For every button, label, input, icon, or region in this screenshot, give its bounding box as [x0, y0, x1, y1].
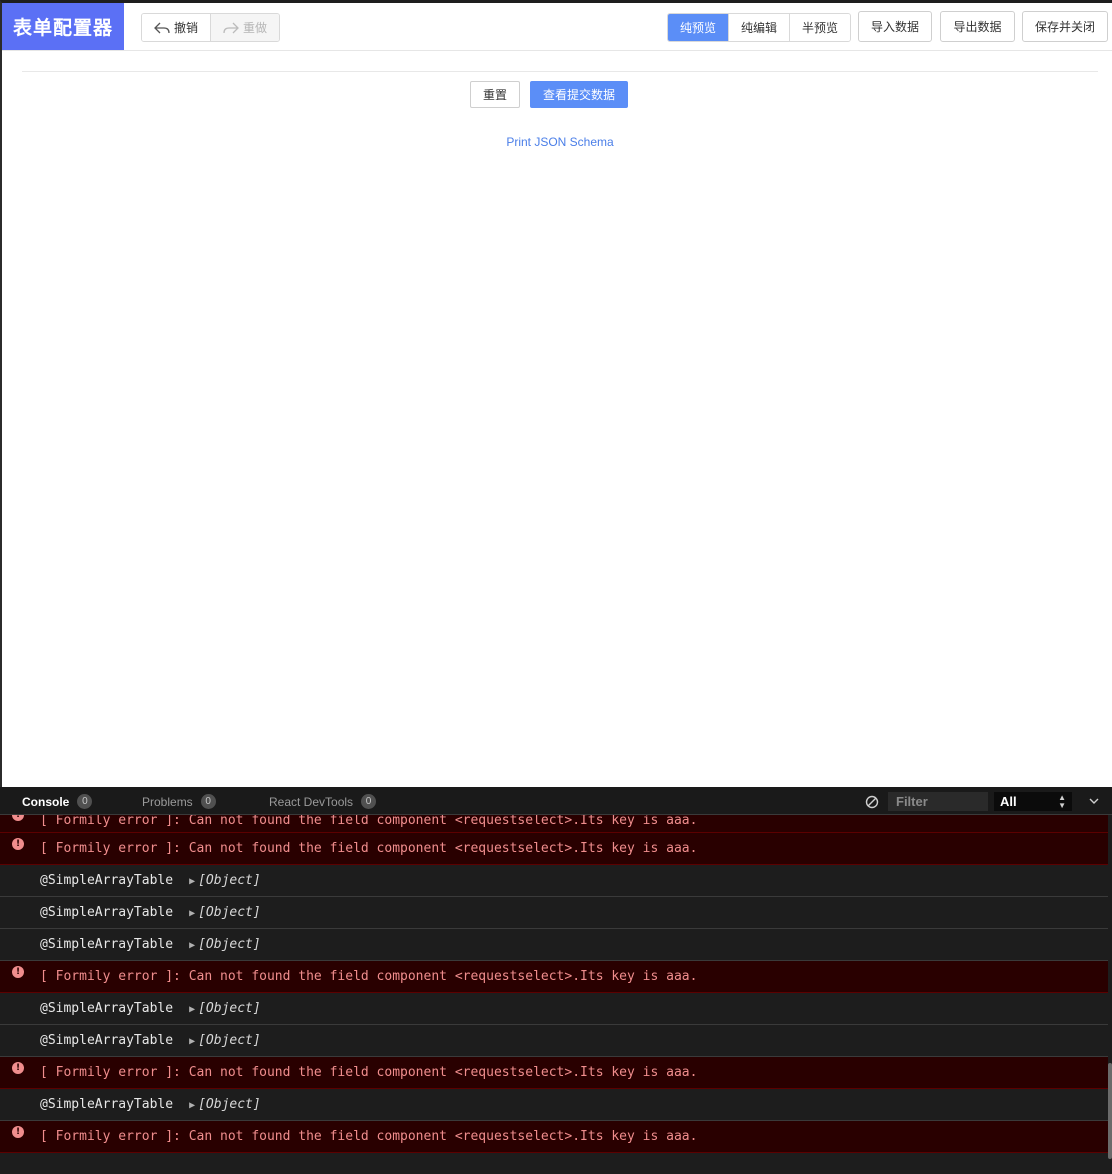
error-circle-icon: ! — [12, 966, 24, 978]
console-message: @SimpleArrayTable — [40, 1033, 174, 1048]
view-mode-preview[interactable]: 纯预览 — [668, 14, 730, 41]
redo-button[interactable]: 重做 — [211, 14, 280, 41]
console-message: @SimpleArrayTable — [40, 905, 174, 920]
console-message: @SimpleArrayTable — [40, 1097, 174, 1112]
console-message: [ Formily error ]: Can not found the fie… — [40, 1065, 698, 1080]
tab-react-devtools-count: 0 — [361, 794, 377, 809]
select-arrows-icon: ▲ ▼ — [1058, 792, 1066, 810]
tab-problems-count: 0 — [200, 794, 216, 809]
console-message: [ Formily error ]: Can not found the fie… — [40, 1129, 698, 1144]
console-message: [ Formily error ]: Can not found the fie… — [40, 815, 698, 828]
undo-label: 撤销 — [174, 21, 199, 35]
triangle-right-icon: ▶ — [189, 1100, 196, 1111]
view-submit-data-button[interactable]: 查看提交数据 — [530, 81, 628, 108]
tab-console-label: Console — [22, 794, 70, 809]
form-designer-app: 表单配置器 撤销 重做 纯预览 纯编辑 半预览 导入数据 导出数据 保存并关闭 … — [0, 0, 1112, 787]
error-circle-icon: ! — [12, 838, 24, 850]
view-mode-edit[interactable]: 纯编辑 — [729, 14, 791, 41]
console-message: @SimpleArrayTable — [40, 937, 174, 952]
object-expander[interactable]: ▶ [Object] — [189, 1033, 261, 1048]
redo-icon — [223, 22, 239, 33]
undo-button[interactable]: 撤销 — [142, 14, 212, 41]
console-message: [ Formily error ]: Can not found the fie… — [40, 841, 698, 856]
clear-console-icon[interactable] — [865, 795, 879, 809]
chevron-down-icon[interactable] — [1088, 796, 1100, 806]
object-expander[interactable]: ▶ [Object] — [189, 873, 261, 888]
devtools-tab-bar: Console 0 Problems 0 React DevTools 0 Al… — [0, 787, 1112, 815]
object-label: [Object] — [198, 1033, 261, 1048]
console-log-row: @SimpleArrayTable ▶ [Object] — [0, 1089, 1108, 1121]
console-error-row: ! [ Formily error ]: Can not found the f… — [0, 1057, 1108, 1089]
form-divider — [22, 71, 1098, 72]
redo-label: 重做 — [243, 21, 268, 35]
object-expander[interactable]: ▶ [Object] — [189, 1097, 261, 1112]
devtools-panel: Console 0 Problems 0 React DevTools 0 Al… — [0, 787, 1112, 1174]
object-label: [Object] — [198, 1097, 261, 1112]
reset-button[interactable]: 重置 — [470, 81, 520, 108]
error-circle-icon: ! — [12, 1062, 24, 1074]
triangle-right-icon: ▶ — [189, 1004, 196, 1015]
tab-console[interactable]: Console 0 — [22, 794, 93, 809]
console-message: [ Formily error ]: Can not found the fie… — [40, 969, 698, 984]
tab-react-devtools[interactable]: React DevTools 0 — [269, 794, 377, 809]
tab-console-count: 0 — [77, 794, 93, 809]
console-log-row: @SimpleArrayTable ▶ [Object] — [0, 897, 1108, 929]
tab-problems[interactable]: Problems 0 — [142, 794, 216, 809]
import-data-button[interactable]: 导入数据 — [858, 11, 932, 42]
console-scrollbar[interactable] — [1108, 1063, 1112, 1159]
save-and-close-button[interactable]: 保存并关闭 — [1022, 11, 1108, 42]
console-message: @SimpleArrayTable — [40, 873, 174, 888]
triangle-right-icon: ▶ — [189, 940, 196, 951]
triangle-right-icon: ▶ — [189, 1036, 196, 1047]
triangle-right-icon: ▶ — [189, 876, 196, 887]
object-label: [Object] — [198, 937, 261, 952]
console-error-row: ! [ Formily error ]: Can not found the f… — [0, 961, 1108, 993]
log-level-select[interactable]: All ▲ ▼ — [994, 792, 1072, 811]
object-expander[interactable]: ▶ [Object] — [189, 905, 261, 920]
console-log-row: @SimpleArrayTable ▶ [Object] — [0, 929, 1108, 961]
console-log-row: @SimpleArrayTable ▶ [Object] — [0, 1025, 1108, 1057]
history-button-group: 撤销 重做 — [141, 13, 281, 42]
object-label: [Object] — [198, 873, 261, 888]
object-label: [Object] — [198, 1001, 261, 1016]
log-level-value: All — [1000, 794, 1017, 809]
console-error-row: ! [ Formily error ]: Can not found the f… — [0, 815, 1108, 833]
toolbar: 表单配置器 撤销 重做 纯预览 纯编辑 半预览 导入数据 导出数据 保存并关闭 — [2, 3, 1112, 51]
triangle-right-icon: ▶ — [189, 908, 196, 919]
console-error-row: ! [ Formily error ]: Can not found the f… — [0, 1121, 1108, 1153]
tab-react-devtools-label: React DevTools — [269, 794, 354, 809]
object-label: [Object] — [198, 905, 261, 920]
error-circle-icon: ! — [12, 815, 24, 821]
console-filter-input[interactable] — [888, 792, 988, 811]
console-error-row: ! [ Formily error ]: Can not found the f… — [0, 833, 1108, 865]
error-circle-icon: ! — [12, 1126, 24, 1138]
object-expander[interactable]: ▶ [Object] — [189, 1001, 261, 1016]
print-json-schema-link[interactable]: Print JSON Schema — [460, 135, 660, 149]
console-log-row: @SimpleArrayTable ▶ [Object] — [0, 865, 1108, 897]
export-data-button[interactable]: 导出数据 — [940, 11, 1015, 42]
app-logo: 表单配置器 — [2, 3, 124, 50]
console-message: @SimpleArrayTable — [40, 1001, 174, 1016]
console-log-row: @SimpleArrayTable ▶ [Object] — [0, 993, 1108, 1025]
object-expander[interactable]: ▶ [Object] — [189, 937, 261, 952]
view-mode-half-preview[interactable]: 半预览 — [790, 14, 851, 41]
tab-problems-label: Problems — [142, 794, 193, 809]
console-log: ! [ Formily error ]: Can not found the f… — [0, 815, 1108, 1174]
undo-icon — [154, 22, 170, 33]
view-mode-group: 纯预览 纯编辑 半预览 — [667, 13, 852, 42]
